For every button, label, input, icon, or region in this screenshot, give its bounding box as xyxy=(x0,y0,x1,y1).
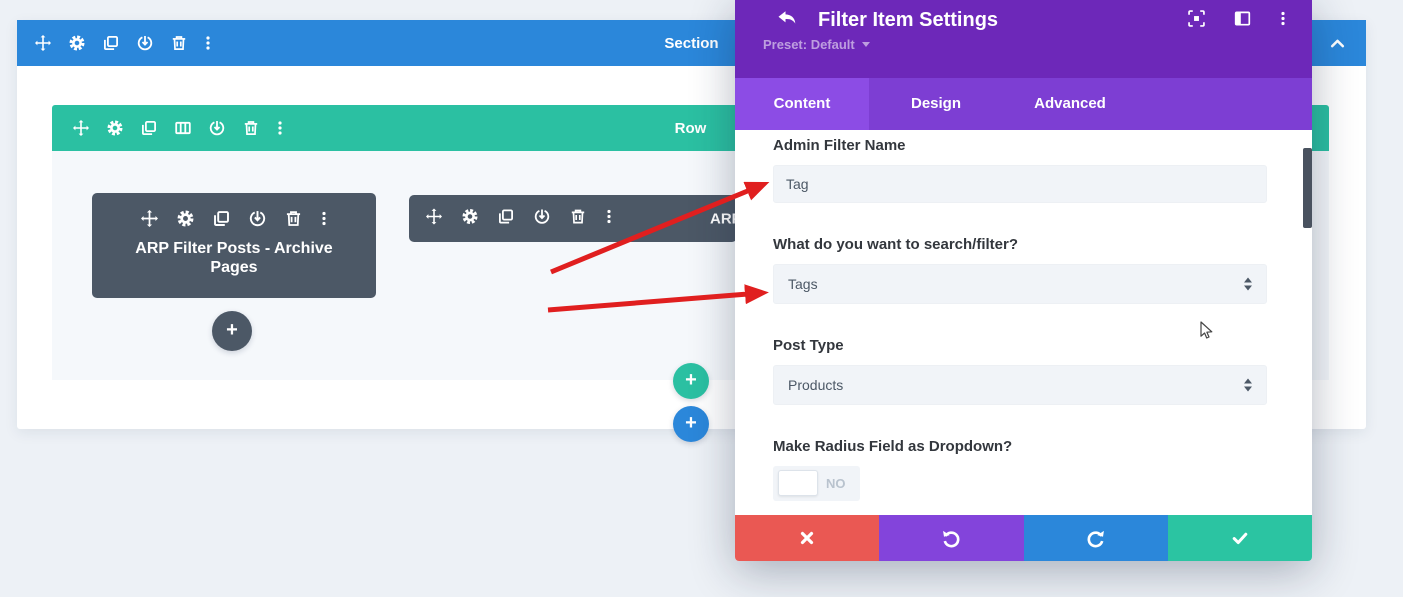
modal-title: Filter Item Settings xyxy=(818,9,999,31)
modal-header: Filter Item Settings Preset: Default xyxy=(735,0,1312,78)
trash-icon[interactable] xyxy=(243,120,259,136)
gear-icon[interactable] xyxy=(107,120,123,136)
back-icon[interactable] xyxy=(777,10,797,31)
plus-icon: + xyxy=(685,412,697,434)
search-filter-select[interactable]: Tags xyxy=(773,264,1267,304)
gear-icon[interactable] xyxy=(177,210,194,232)
columns-icon[interactable] xyxy=(175,120,191,136)
save-to-library-icon[interactable] xyxy=(137,35,153,51)
tab-design[interactable]: Design xyxy=(869,78,1003,130)
module-name: ARP Filter Posts - Archive Pages xyxy=(710,210,737,227)
toggle-knob xyxy=(778,470,818,496)
duplicate-icon[interactable] xyxy=(213,210,230,232)
duplicate-icon[interactable] xyxy=(498,208,514,229)
more-dots-icon[interactable] xyxy=(321,210,327,232)
caret-down-icon xyxy=(861,42,870,47)
field-label-post-type: Post Type xyxy=(773,337,844,354)
collapse-chevron-up-icon[interactable] xyxy=(1329,35,1346,52)
trash-icon[interactable] xyxy=(570,208,586,229)
field-label-radius-dropdown: Make Radius Field as Dropdown? xyxy=(773,438,1013,455)
plus-icon: + xyxy=(226,319,238,341)
duplicate-icon[interactable] xyxy=(103,35,119,51)
divi-builder-screen: Section Row ARP Filter Posts - Archive P… xyxy=(0,0,1403,597)
radius-dropdown-toggle[interactable]: NO xyxy=(773,466,860,501)
modal-body: Admin Filter Name What do you want to se… xyxy=(735,130,1312,515)
duplicate-icon[interactable] xyxy=(141,120,157,136)
post-type-select[interactable]: Products xyxy=(773,365,1267,405)
move-icon[interactable] xyxy=(141,210,158,232)
trash-icon[interactable] xyxy=(285,210,302,232)
save-to-library-icon[interactable] xyxy=(249,210,266,232)
move-icon[interactable] xyxy=(35,35,51,51)
module-name: ARP Filter Posts - Archive Pages xyxy=(135,240,333,276)
modal-footer xyxy=(735,515,1312,561)
modal-scrollbar[interactable] xyxy=(1303,148,1312,228)
gear-icon[interactable] xyxy=(69,35,85,51)
more-dots-icon[interactable] xyxy=(1280,10,1286,32)
more-dots-icon[interactable] xyxy=(606,208,612,229)
filter-item-settings-modal: Filter Item Settings Preset: Default Con… xyxy=(735,0,1312,561)
discard-button[interactable] xyxy=(735,515,880,561)
save-button[interactable] xyxy=(1167,515,1312,561)
tab-content[interactable]: Content xyxy=(735,78,869,130)
more-dots-icon[interactable] xyxy=(205,35,211,51)
preset-label: Preset: Default xyxy=(763,37,855,52)
modal-tab-bar: Content Design Advanced xyxy=(735,78,1312,130)
undo-button[interactable] xyxy=(879,515,1024,561)
redo-button[interactable] xyxy=(1023,515,1168,561)
plus-icon: + xyxy=(685,369,697,391)
move-icon[interactable] xyxy=(73,120,89,136)
preset-selector[interactable]: Preset: Default xyxy=(735,37,1312,52)
field-label-admin-filter-name: Admin Filter Name xyxy=(773,137,906,154)
tab-advanced[interactable]: Advanced xyxy=(1003,78,1137,130)
trash-icon[interactable] xyxy=(171,35,187,51)
field-label-search-filter: What do you want to search/filter? xyxy=(773,236,1019,253)
add-module-button[interactable]: + xyxy=(212,311,252,351)
module-arp-filter-posts-2[interactable]: ARP Filter Posts - Archive Pages xyxy=(409,195,737,242)
split-view-icon[interactable] xyxy=(1234,10,1251,32)
save-to-library-icon[interactable] xyxy=(209,120,225,136)
select-value: Products xyxy=(788,377,844,393)
save-to-library-icon[interactable] xyxy=(534,208,550,229)
add-section-button[interactable]: + xyxy=(673,406,709,442)
gear-icon[interactable] xyxy=(462,208,478,229)
move-icon[interactable] xyxy=(426,208,442,229)
toggle-state-label: NO xyxy=(826,476,846,491)
admin-filter-name-input[interactable] xyxy=(773,165,1267,203)
more-dots-icon[interactable] xyxy=(277,120,283,136)
focus-mode-icon[interactable] xyxy=(1188,9,1205,32)
select-arrows-icon xyxy=(1244,277,1252,291)
add-row-button[interactable]: + xyxy=(673,363,709,399)
select-value: Tags xyxy=(788,276,818,292)
select-arrows-icon xyxy=(1244,378,1252,392)
module-arp-filter-posts-1[interactable]: ARP Filter Posts - Archive Pages xyxy=(92,193,376,298)
